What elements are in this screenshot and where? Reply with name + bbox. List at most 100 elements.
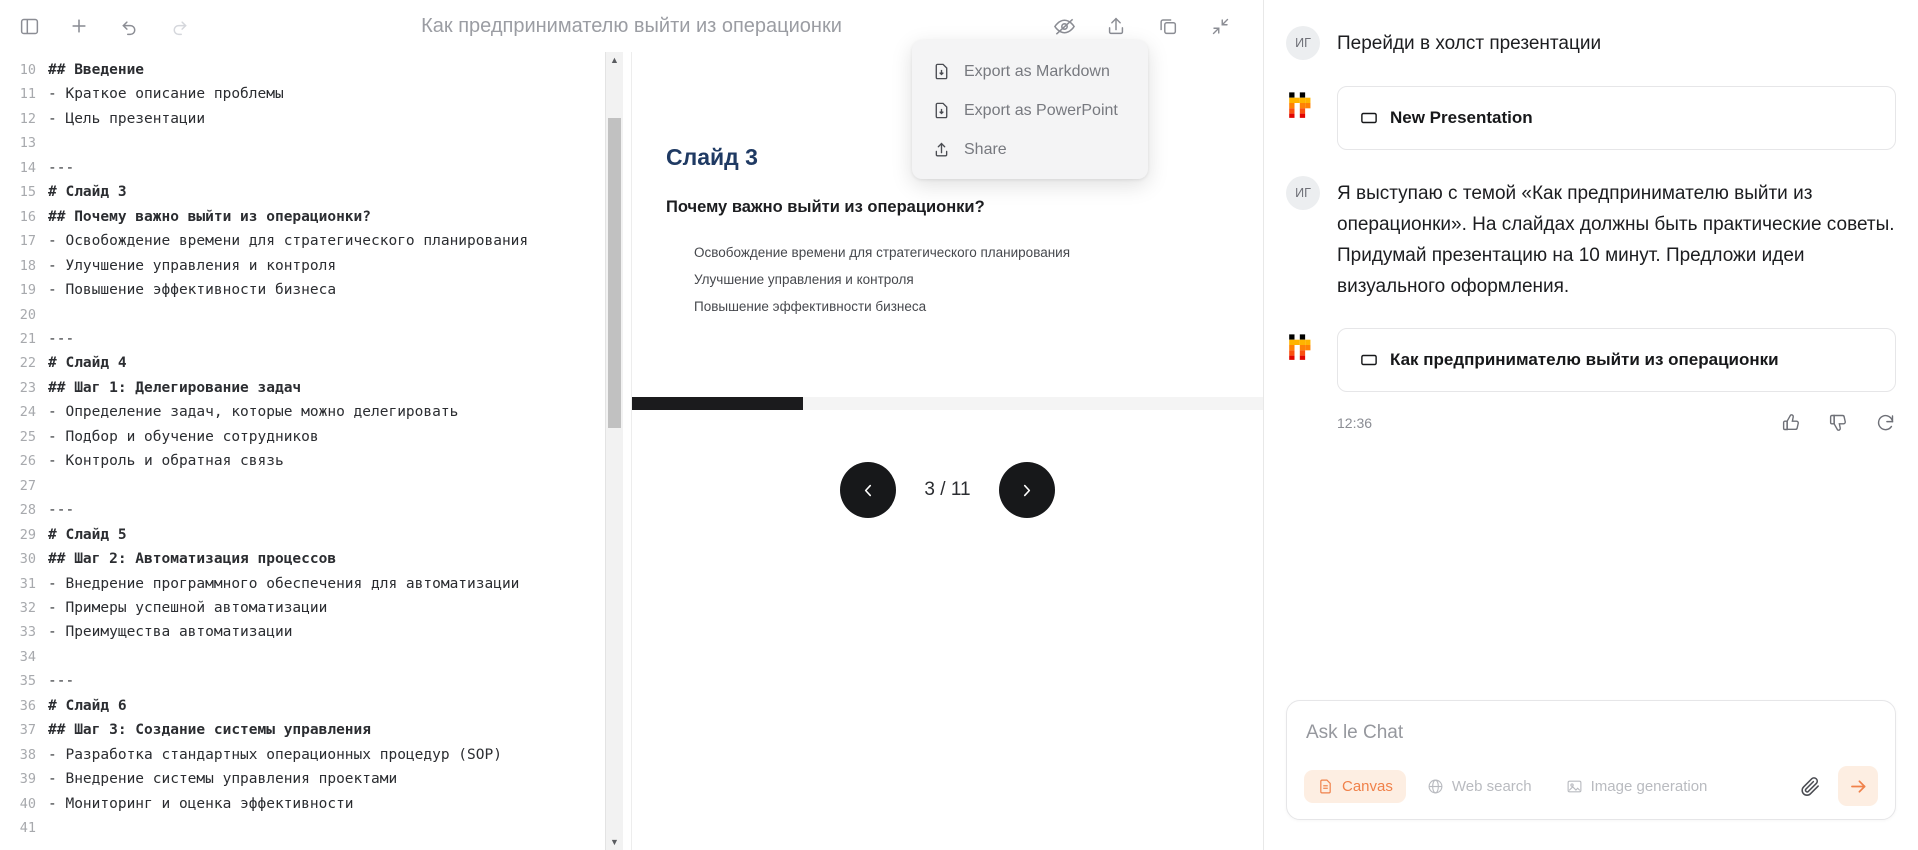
- slide-bullet: Освобождение времени для стратегического…: [694, 245, 1071, 260]
- code-line[interactable]: 31 - Внедрение программного обеспечения д…: [0, 572, 631, 596]
- code-line[interactable]: 14 ---: [0, 156, 631, 180]
- undo-icon[interactable]: [114, 11, 144, 41]
- code-line[interactable]: 41: [0, 816, 631, 840]
- line-text: - Определение задач, которые можно делег…: [48, 404, 459, 421]
- chip-label: Image generation: [1590, 777, 1708, 795]
- line-text: - Разработка стандартных операционных пр…: [48, 746, 502, 763]
- line-text: - Преимущества автоматизации: [48, 624, 293, 641]
- file-download-icon: [932, 62, 951, 81]
- code-line[interactable]: 20: [0, 303, 631, 327]
- chip-canvas[interactable]: Canvas: [1304, 769, 1406, 803]
- line-number: 12: [19, 110, 36, 127]
- slide-navigation: 3 / 11: [632, 410, 1263, 850]
- line-number: 41: [19, 820, 36, 837]
- code-line[interactable]: 13: [0, 131, 631, 155]
- canvas-card-label: Как предпринимателю выйти из операционки: [1390, 350, 1779, 369]
- composer-toolbar: Canvas Web search Image generation: [1304, 766, 1878, 806]
- code-line[interactable]: 26 - Контроль и обратная связь: [0, 449, 631, 473]
- line-number: 21: [19, 330, 36, 347]
- copy-icon[interactable]: [1153, 11, 1183, 41]
- code-line[interactable]: 12 - Цель презентации: [0, 107, 631, 131]
- chevron-right-icon: [1024, 484, 1031, 496]
- code-line[interactable]: 30 ## Шаг 2: Автоматизация процессов: [0, 547, 631, 571]
- code-line[interactable]: 28 ---: [0, 498, 631, 522]
- line-number: 16: [19, 208, 36, 225]
- app-root: Как предпринимателю выйти из операционки: [0, 0, 1918, 850]
- paperclip-icon[interactable]: [1795, 771, 1826, 802]
- chat-message-assistant: New Presentation: [1286, 86, 1896, 150]
- code-line[interactable]: 38 - Разработка стандартных операционных …: [0, 743, 631, 767]
- timestamp: 12:36: [1337, 414, 1373, 431]
- code-lines[interactable]: 10 ## Введение 11 - Краткое описание пробле…: [0, 52, 631, 841]
- code-line[interactable]: 15 # Слайд 3: [0, 180, 631, 204]
- thumbs-down-icon[interactable]: [1828, 412, 1849, 433]
- code-line[interactable]: 37 ## Шаг 3: Создание системы управления: [0, 718, 631, 742]
- line-text: ---: [48, 330, 75, 347]
- share-upload-icon: [932, 140, 951, 159]
- line-number: 15: [19, 184, 36, 201]
- scroll-up-arrow-icon[interactable]: ▲: [606, 52, 623, 68]
- code-line[interactable]: 11 - Краткое описание проблемы: [0, 82, 631, 106]
- refresh-icon[interactable]: [1875, 412, 1896, 433]
- editor-vertical-scrollbar[interactable]: ▲ ▼: [605, 52, 623, 850]
- message-actions: [1781, 412, 1896, 433]
- code-line[interactable]: 18 - Улучшение управления и контроля: [0, 254, 631, 278]
- line-text: [48, 131, 631, 155]
- code-line[interactable]: 29 # Слайд 5: [0, 523, 631, 547]
- composer: Ask le Chat Canvas Web search Image gene…: [1286, 700, 1896, 820]
- scrollbar-thumb[interactable]: [632, 397, 803, 410]
- export-as-markdown-item[interactable]: Export as Markdown: [912, 52, 1148, 91]
- code-line[interactable]: 19 - Повышение эффективности бизнеса: [0, 278, 631, 302]
- composer-wrapper: Ask le Chat Canvas Web search Image gene…: [1286, 700, 1896, 850]
- code-line[interactable]: 24 - Определение задач, которые можно дел…: [0, 400, 631, 424]
- code-line[interactable]: 10 ## Введение: [0, 58, 631, 82]
- chip-web-search[interactable]: Web search: [1414, 770, 1545, 803]
- sidebar-toggle-icon[interactable]: [14, 11, 44, 41]
- line-text: ## Шаг 1: Делегирование задач: [48, 379, 302, 396]
- markdown-editor[interactable]: 10 ## Введение 11 - Краткое описание пробле…: [0, 52, 632, 850]
- scrollbar-thumb[interactable]: [608, 118, 621, 428]
- code-line[interactable]: 16 ## Почему важно выйти из операционки?: [0, 205, 631, 229]
- next-slide-button[interactable]: [998, 462, 1055, 518]
- code-line[interactable]: 21 ---: [0, 327, 631, 351]
- export-menu-label: Share: [964, 140, 1007, 158]
- code-line[interactable]: 36 # Слайд 6: [0, 694, 631, 718]
- code-line[interactable]: 17 - Освобождение времени для стратегичес…: [0, 229, 631, 253]
- canvas-card-new-presentation[interactable]: New Presentation: [1337, 86, 1896, 150]
- code-line[interactable]: 39 - Внедрение системы управления проекта…: [0, 767, 631, 791]
- code-line[interactable]: 34: [0, 645, 631, 669]
- code-line[interactable]: 25 - Подбор и обучение сотрудников: [0, 425, 631, 449]
- code-line[interactable]: 35 ---: [0, 669, 631, 693]
- plus-icon[interactable]: [64, 11, 94, 41]
- line-number: 27: [19, 477, 36, 494]
- thumbs-up-icon[interactable]: [1781, 412, 1802, 433]
- chip-label: Canvas: [1342, 777, 1393, 795]
- code-line[interactable]: 22 # Слайд 4: [0, 351, 631, 375]
- code-line[interactable]: 40 - Мониторинг и оценка эффективности: [0, 792, 631, 816]
- message-footer: 12:36: [1337, 412, 1896, 433]
- code-line[interactable]: 23 ## Шаг 1: Делегирование задач: [0, 376, 631, 400]
- line-text: ---: [48, 159, 75, 176]
- redo-icon[interactable]: [164, 11, 194, 41]
- code-line[interactable]: 33 - Преимущества автоматизации: [0, 620, 631, 644]
- eye-off-icon[interactable]: [1049, 11, 1079, 41]
- collapse-arrows-icon[interactable]: [1205, 11, 1235, 41]
- canvas-icon: [1360, 109, 1378, 127]
- chip-label: Web search: [1451, 777, 1532, 795]
- prev-slide-button[interactable]: [840, 462, 897, 518]
- code-line[interactable]: 27: [0, 474, 631, 498]
- send-button[interactable]: [1838, 766, 1878, 806]
- chat-message-user: ИГ Я выступаю с темой «Как предпринимате…: [1286, 176, 1896, 302]
- share-upload-icon[interactable]: [1101, 11, 1131, 41]
- code-line[interactable]: 32 - Примеры успешной автоматизации: [0, 596, 631, 620]
- chat-input[interactable]: Ask le Chat: [1304, 718, 1878, 766]
- canvas-card-presentation[interactable]: Как предпринимателю выйти из операционки: [1337, 328, 1896, 392]
- chip-image-generation[interactable]: Image generation: [1553, 770, 1721, 803]
- slide-horizontal-scrollbar[interactable]: [632, 397, 1263, 410]
- scrollbar-track[interactable]: [606, 68, 623, 834]
- line-number: 32: [19, 599, 36, 616]
- share-item[interactable]: Share: [912, 130, 1148, 169]
- scroll-down-arrow-icon[interactable]: ▼: [606, 834, 623, 850]
- export-as-powerpoint-item[interactable]: Export as PowerPoint: [912, 91, 1148, 130]
- line-number: 17: [19, 233, 36, 250]
